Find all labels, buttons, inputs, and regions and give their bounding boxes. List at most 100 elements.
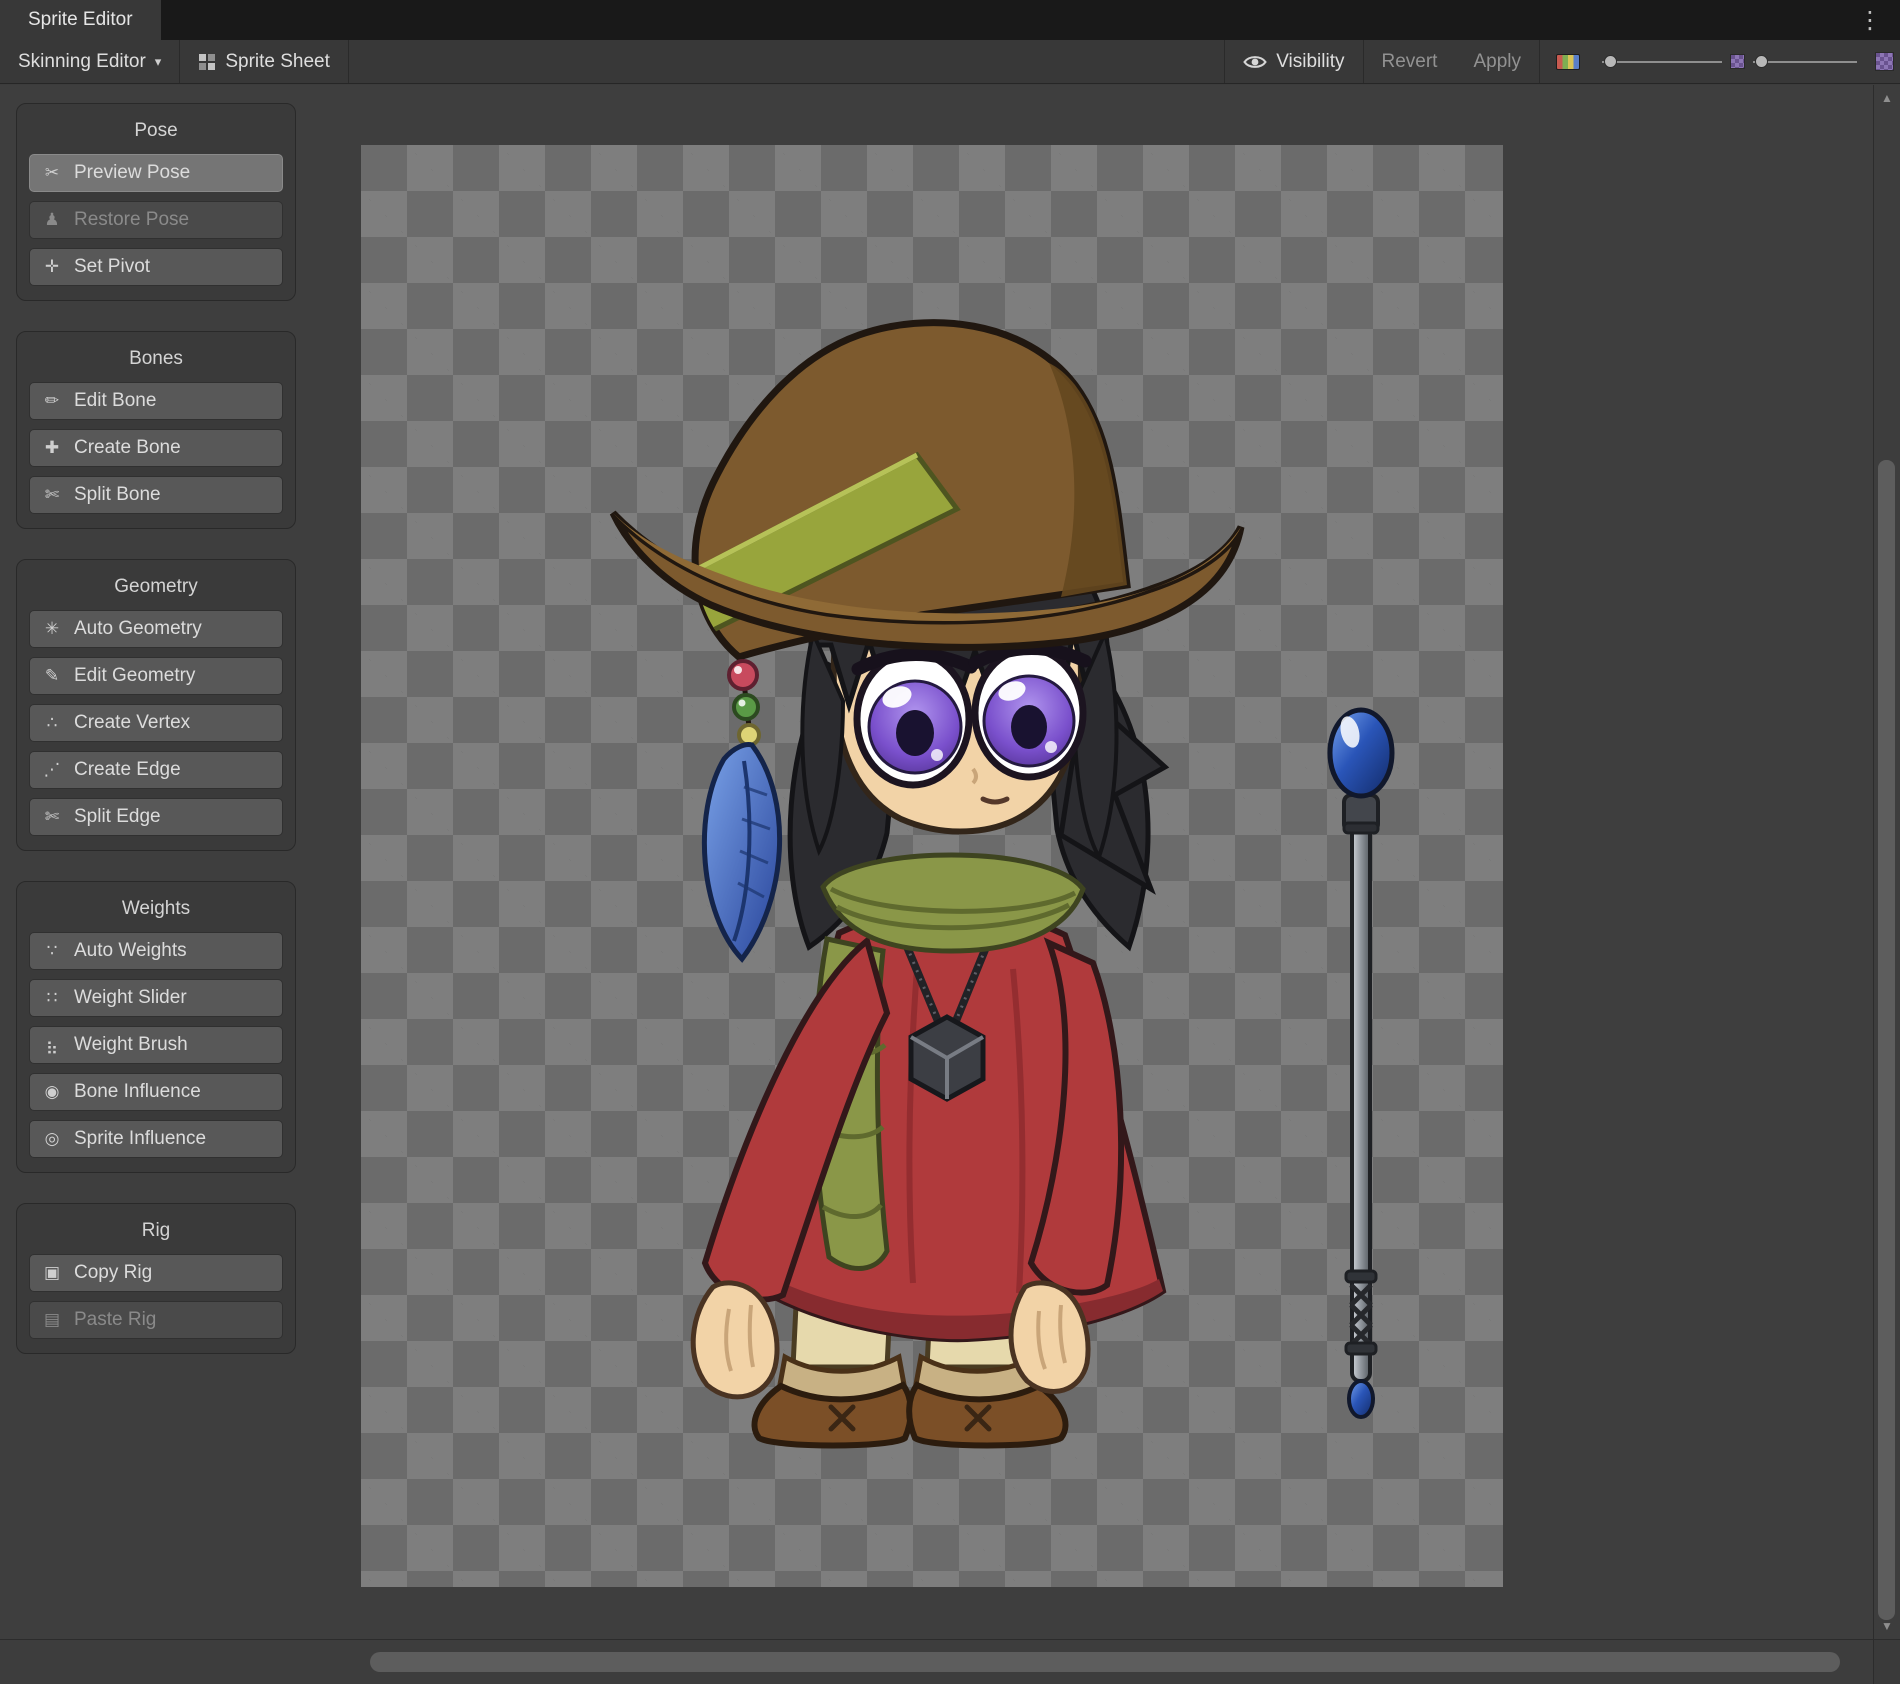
sprite-influence-button[interactable]: ◎ Sprite Influence <box>29 1120 283 1158</box>
vertical-scrollbar[interactable]: ▲ ▼ <box>1873 85 1900 1639</box>
edit-bone-button[interactable]: ✏ Edit Bone <box>29 382 283 420</box>
paste-rig-button[interactable]: ▤ Paste Rig <box>29 1301 283 1339</box>
apply-button[interactable]: Apply <box>1455 40 1539 83</box>
toolbar: Skinning Editor ▾ Sprite Sheet Visibilit… <box>0 40 1900 84</box>
bone-influence-button[interactable]: ◉ Bone Influence <box>29 1073 283 1111</box>
button-label: Auto Geometry <box>74 618 202 640</box>
auto-weights-button[interactable]: ∵ Auto Weights <box>29 932 283 970</box>
button-label: Bone Influence <box>74 1081 201 1103</box>
weight-brush-button[interactable]: ⣦ Weight Brush <box>29 1026 283 1064</box>
copy-rig-button[interactable]: ▣ Copy Rig <box>29 1254 283 1292</box>
button-label: Weight Brush <box>74 1034 188 1056</box>
scroll-up-icon[interactable]: ▲ <box>1874 91 1900 105</box>
button-label: Create Bone <box>74 437 181 459</box>
sprite-sheet-button[interactable]: Sprite Sheet <box>180 40 348 83</box>
button-label: Split Edge <box>74 806 161 828</box>
bone-opacity-slider[interactable] <box>1602 40 1722 84</box>
button-label: Restore Pose <box>74 209 189 231</box>
split-bone-button[interactable]: ✄ Split Bone <box>29 476 283 514</box>
revert-button[interactable]: Revert <box>1364 40 1456 83</box>
weight-brush-icon: ⣦ <box>40 1035 64 1055</box>
tab-sprite-editor[interactable]: Sprite Editor <box>0 0 161 40</box>
edit-bone-icon: ✏ <box>40 391 64 411</box>
bone-color-icon[interactable] <box>1730 54 1745 69</box>
button-label: Edit Geometry <box>74 665 195 687</box>
edit-geometry-button[interactable]: ✎ Edit Geometry <box>29 657 283 695</box>
panel-title-weights: Weights <box>29 892 283 932</box>
apply-label: Apply <box>1473 51 1521 73</box>
panel-title-geometry: Geometry <box>29 570 283 610</box>
panel-title-pose: Pose <box>29 114 283 154</box>
chevron-down-icon: ▾ <box>155 54 162 70</box>
scroll-down-icon[interactable]: ▼ <box>1874 1619 1900 1633</box>
slider-handle[interactable] <box>1755 55 1768 68</box>
toolbar-separator <box>348 40 349 83</box>
split-edge-icon: ✄ <box>40 807 64 827</box>
create-bone-icon: ✚ <box>40 438 64 458</box>
panel-title-rig: Rig <box>29 1214 283 1254</box>
restore-pose-icon: ♟ <box>40 210 64 230</box>
scrollbar-corner <box>1873 1639 1900 1684</box>
button-label: Paste Rig <box>74 1309 156 1331</box>
paste-rig-icon: ▤ <box>40 1310 64 1330</box>
slider-track[interactable] <box>1602 61 1722 63</box>
revert-label: Revert <box>1382 51 1438 73</box>
set-pivot-button[interactable]: ✛ Set Pivot <box>29 248 283 286</box>
auto-geometry-button[interactable]: ✳ Auto Geometry <box>29 610 283 648</box>
eye-icon <box>1243 54 1267 70</box>
copy-rig-icon: ▣ <box>40 1263 64 1283</box>
main-viewport: Pose ✂ Preview Pose ♟ Restore Pose ✛ Set… <box>0 85 1873 1639</box>
sprite-canvas[interactable] <box>361 145 1503 1587</box>
staff-sprite <box>1330 710 1392 1417</box>
create-bone-button[interactable]: ✚ Create Bone <box>29 429 283 467</box>
sprite-layer <box>361 145 1503 1587</box>
character-sprite <box>613 323 1241 1446</box>
sprite-sheet-icon <box>198 53 216 71</box>
button-label: Copy Rig <box>74 1262 152 1284</box>
create-vertex-button[interactable]: ∴ Create Vertex <box>29 704 283 742</box>
sprite-opacity-slider[interactable] <box>1753 40 1857 84</box>
slider-handle[interactable] <box>1604 55 1617 68</box>
sprite-sheet-label: Sprite Sheet <box>225 51 330 73</box>
sprite-pattern-icon[interactable] <box>1875 52 1894 71</box>
create-edge-icon: ⋰ <box>40 760 64 780</box>
button-label: Create Vertex <box>74 712 190 734</box>
button-label: Preview Pose <box>74 162 190 184</box>
button-label: Weight Slider <box>74 987 187 1009</box>
panel-weights: Weights ∵ Auto Weights ∷ Weight Slider ⣦… <box>16 881 296 1173</box>
vertical-scroll-thumb[interactable] <box>1878 460 1895 1620</box>
weight-slider-icon: ∷ <box>40 988 64 1008</box>
edit-geometry-icon: ✎ <box>40 666 64 686</box>
horizontal-scrollbar[interactable] <box>0 1639 1873 1684</box>
preview-pose-button[interactable]: ✂ Preview Pose <box>29 154 283 192</box>
toolbar-separator <box>1539 40 1540 83</box>
panel-rig: Rig ▣ Copy Rig ▤ Paste Rig <box>16 1203 296 1354</box>
editor-mode-dropdown[interactable]: Skinning Editor ▾ <box>0 40 179 83</box>
restore-pose-button[interactable]: ♟ Restore Pose <box>29 201 283 239</box>
button-label: Create Edge <box>74 759 181 781</box>
button-label: Set Pivot <box>74 256 150 278</box>
panel-pose: Pose ✂ Preview Pose ♟ Restore Pose ✛ Set… <box>16 103 296 301</box>
tab-label: Sprite Editor <box>28 9 133 31</box>
sprite-influence-icon: ◎ <box>40 1129 64 1149</box>
panel-bones: Bones ✏ Edit Bone ✚ Create Bone ✄ Split … <box>16 331 296 529</box>
auto-weights-icon: ∵ <box>40 941 64 961</box>
bone-influence-icon: ◉ <box>40 1082 64 1102</box>
split-bone-icon: ✄ <box>40 485 64 505</box>
editor-tabbar: Sprite Editor ⋮ <box>0 0 1900 40</box>
weight-slider-button[interactable]: ∷ Weight Slider <box>29 979 283 1017</box>
split-edge-button[interactable]: ✄ Split Edge <box>29 798 283 836</box>
create-edge-button[interactable]: ⋰ Create Edge <box>29 751 283 789</box>
button-label: Auto Weights <box>74 940 187 962</box>
button-label: Sprite Influence <box>74 1128 206 1150</box>
color-ramp-swatch[interactable] <box>1556 54 1580 70</box>
panel-title-bones: Bones <box>29 342 283 382</box>
set-pivot-icon: ✛ <box>40 257 64 277</box>
auto-geometry-icon: ✳ <box>40 619 64 639</box>
create-vertex-icon: ∴ <box>40 713 64 733</box>
visibility-toggle[interactable]: Visibility <box>1225 40 1362 83</box>
horizontal-scroll-thumb[interactable] <box>370 1652 1840 1672</box>
slider-track[interactable] <box>1753 61 1857 63</box>
panel-geometry: Geometry ✳ Auto Geometry ✎ Edit Geometry… <box>16 559 296 851</box>
kebab-menu-icon[interactable]: ⋮ <box>1850 0 1890 40</box>
